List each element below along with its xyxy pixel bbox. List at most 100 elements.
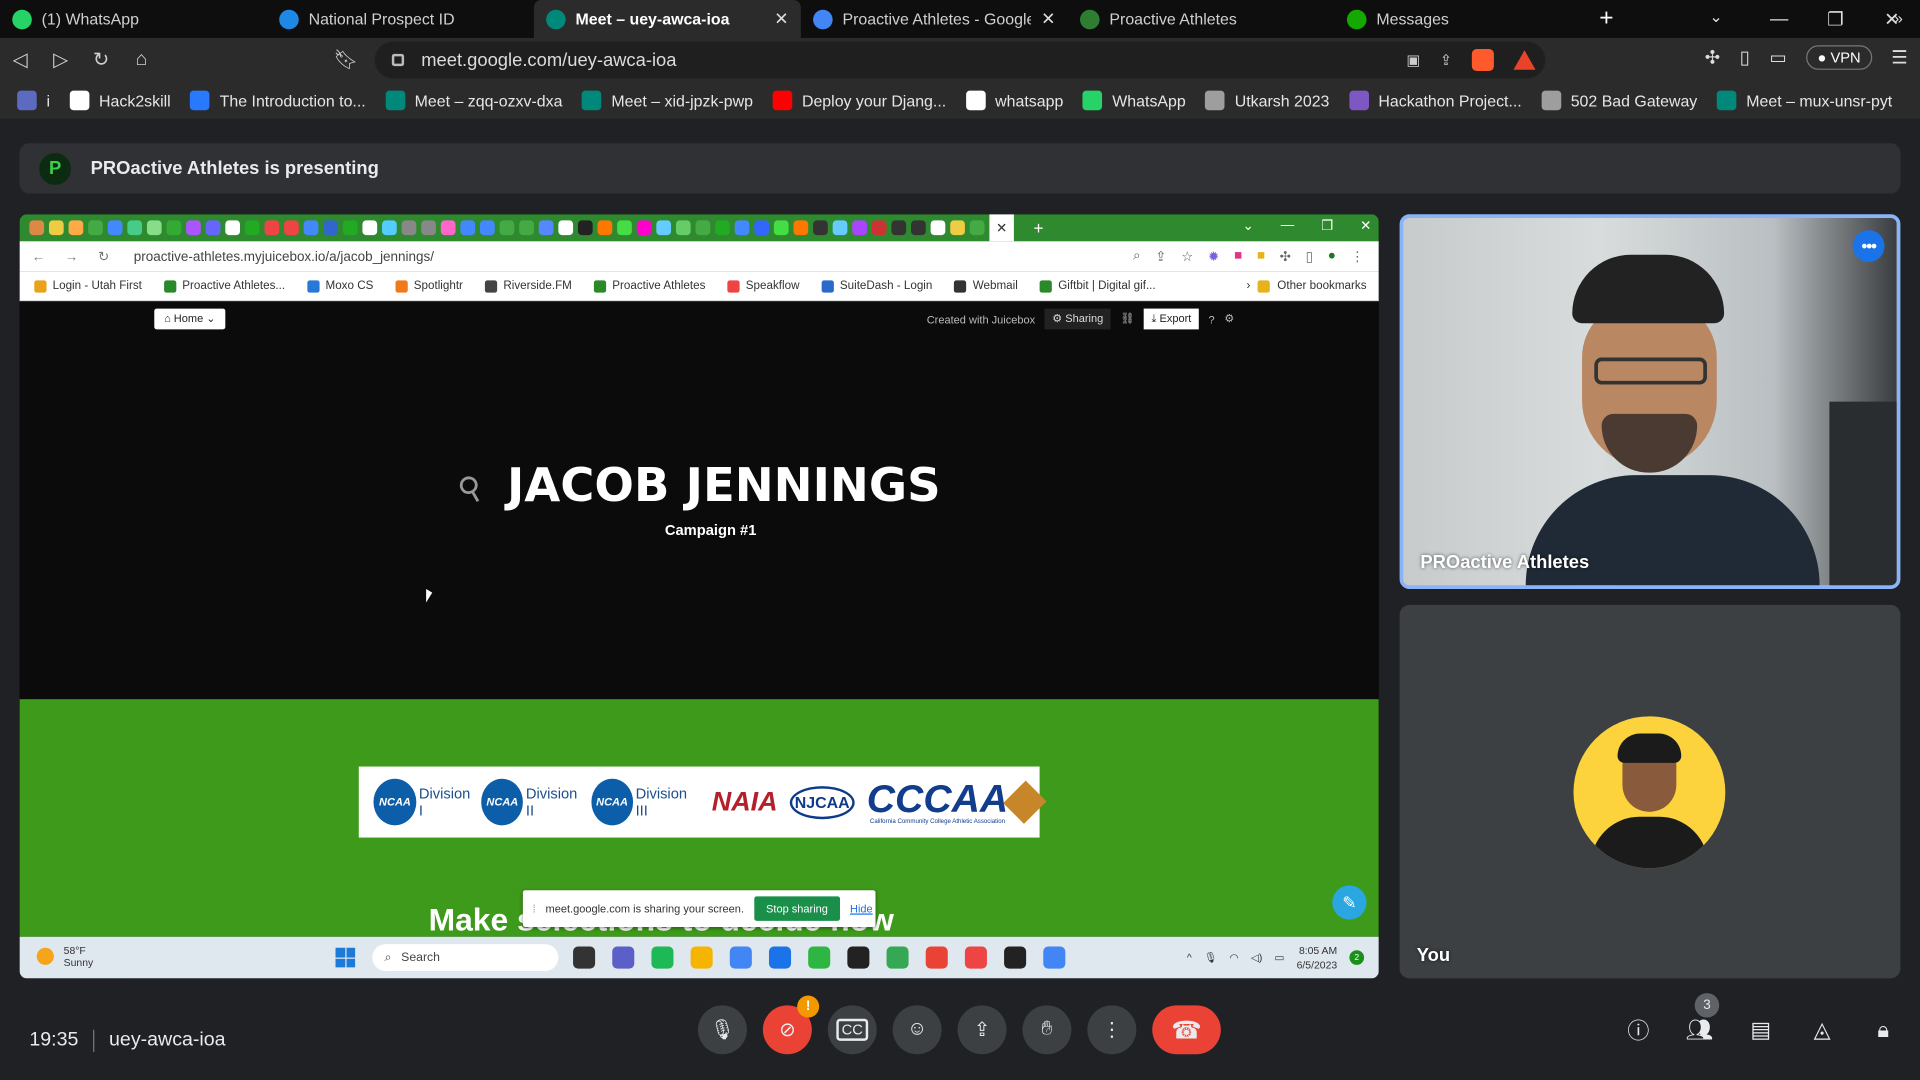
address-bar[interactable]: meet.google.com/uey-awca-ioa ▣ ⇪ — [374, 41, 1546, 79]
shared-bm-chevron-icon: › — [1246, 279, 1251, 293]
presenting-banner: P PROactive Athletes is presenting — [19, 143, 1901, 194]
browser-tab[interactable]: Messages — [1335, 0, 1602, 38]
browser-tab[interactable]: Proactive Athletes — [1068, 0, 1335, 38]
browser-tab[interactable]: Proactive Athletes - Google D ✕ — [801, 0, 1068, 38]
reactions-button[interactable]: ☺ — [892, 1005, 942, 1055]
bookmark-favicon-icon — [582, 90, 602, 111]
self-video-tile[interactable]: You — [1399, 604, 1901, 979]
cccaa-badge-icon — [1003, 780, 1047, 824]
bookmark-item[interactable]: Meet – mux-unsr-pyt — [1716, 90, 1892, 111]
leave-call-button[interactable]: ☎︎ — [1152, 1005, 1221, 1055]
shared-bookmark-label: Proactive Athletes — [612, 279, 706, 293]
bookmark-item[interactable]: Hackathon Project... — [1348, 90, 1522, 111]
close-tab-icon[interactable]: ✕ — [774, 9, 788, 30]
minimize-icon[interactable]: — — [1751, 9, 1807, 30]
brave-shields-icon[interactable] — [1471, 48, 1494, 72]
player-name-heading: ⚲ JACOB JENNINGS — [451, 457, 941, 512]
drag-handle-icon: ⁞ — [532, 902, 536, 915]
bookmark-item[interactable]: WhatsApp — [1082, 90, 1186, 111]
meeting-details-button[interactable]: ⓘ — [1624, 1015, 1653, 1044]
juicebox-toolbar: Created with Juicebox ⚙ Sharing ⛓ ⤓ Expo… — [927, 308, 1234, 330]
shared-other-bookmarks: › Other bookmarks — [1246, 279, 1366, 292]
close-tab-icon[interactable]: ✕ — [1041, 9, 1055, 30]
camera-off-button[interactable]: ⊘! — [762, 995, 820, 1055]
bookmark-item[interactable]: Meet – zqq-ozxv-dxa — [385, 90, 562, 111]
lock-icon — [391, 53, 405, 67]
bookmark-item[interactable]: whatsapp — [965, 90, 1064, 111]
present-button[interactable]: ⇪ — [957, 1005, 1007, 1055]
bookmark-item[interactable]: i — [17, 90, 50, 111]
host-controls-button[interactable]: 🔒︎ — [1869, 1015, 1898, 1044]
background-window — [1829, 401, 1897, 586]
tray-chevron-icon: ^ — [1186, 951, 1192, 964]
meeting-time: 19:35 — [29, 1029, 79, 1051]
shared-tab-favicon-icon — [48, 220, 64, 236]
menu-icon[interactable]: ☰ — [1891, 47, 1907, 69]
bookmark-label: whatsapp — [995, 91, 1064, 110]
shared-tab-favicon-icon — [675, 220, 691, 236]
bookmark-item[interactable]: The Introduction to... — [190, 90, 366, 111]
whatsapp-icon — [12, 9, 32, 29]
taskbar-app-icon — [1043, 946, 1066, 969]
search-label: Search — [401, 950, 440, 965]
sidebar-icon[interactable]: ▯ — [1740, 47, 1750, 69]
shared-tab-favicon-icon — [832, 220, 848, 236]
campaign-label: Campaign #1 — [664, 521, 757, 539]
bookmark-label: Meet – xid-jpzk-pwp — [611, 91, 753, 110]
browser-tab[interactable]: National Prospect ID — [267, 0, 534, 38]
shared-address-bar: ← → ↻ proactive-athletes.myjuicebox.io/a… — [19, 241, 1379, 272]
player-name: JACOB JENNINGS — [506, 457, 941, 512]
njcaa-logo: NJCAA — [789, 785, 855, 819]
bookmark-icon[interactable]: 🔖︎ — [326, 48, 366, 72]
other-bookmarks-label: Other bookmarks — [1277, 279, 1367, 293]
presenter-video-tile[interactable]: ••• PROactive Athletes — [1399, 214, 1901, 589]
camera-alert-icon: ! — [797, 995, 820, 1018]
bookmark-item[interactable]: Deploy your Djang... — [772, 90, 946, 111]
bookmark-item[interactable]: Hack2skill — [69, 90, 171, 111]
shared-bookmark-label: Webmail — [972, 279, 1018, 293]
lock-person-icon: 🔒︎ — [1877, 1016, 1890, 1042]
ncaa-disk: NCAA — [590, 778, 634, 826]
back-button[interactable]: ◁ — [0, 48, 40, 72]
shared-star-icon: ☆ — [1181, 249, 1194, 265]
captions-button[interactable]: CC — [827, 1005, 877, 1055]
chat-button[interactable]: ▤ — [1746, 1015, 1775, 1044]
restore-icon[interactable]: ❐ — [1807, 8, 1863, 30]
tab-search-chevron-icon[interactable]: ⌄ — [1709, 7, 1722, 27]
close-window-icon[interactable]: ✕ — [1864, 8, 1920, 30]
browser-tab-strip: (1) WhatsApp National Prospect ID Meet – u… — [0, 0, 1920, 38]
browser-tab[interactable]: (1) WhatsApp — [0, 0, 267, 38]
ncaa-div2-logo: NCAA Division II — [481, 778, 583, 826]
new-tab-button[interactable]: + — [1599, 5, 1613, 33]
microphone-button[interactable]: 🎙︎ — [697, 1005, 747, 1055]
more-options-button[interactable]: ⋮ — [1087, 1005, 1137, 1055]
bookmark-item[interactable]: 502 Bad Gateway — [1541, 90, 1697, 111]
brave-rewards-icon[interactable] — [1513, 50, 1536, 70]
forward-button[interactable]: ▷ — [40, 48, 80, 72]
reload-button[interactable]: ↻ — [81, 48, 121, 72]
vpn-button[interactable]: ● VPN — [1806, 45, 1872, 70]
shared-ext3-icon: ■ — [1256, 248, 1265, 264]
people-button[interactable]: 👥︎ 3 — [1685, 993, 1720, 1044]
more-bookmarks-chevron-icon[interactable]: » — [1894, 9, 1903, 27]
bookmark-favicon-icon — [17, 90, 37, 111]
wallet-icon[interactable]: ▭ — [1769, 47, 1786, 69]
bookmark-item[interactable]: Utkarsh 2023 — [1205, 90, 1329, 111]
extensions-icon[interactable]: ✣ — [1705, 47, 1720, 69]
self-name-label: You — [1416, 945, 1451, 967]
shared-windows-taskbar: 58°F Sunny ⌕ Search ^ 🎙︎ ◠ ◁) ▭ 8:05 AM 6/5… — [19, 936, 1379, 979]
bookmark-item[interactable]: Meet – xid-jpzk-pwp — [582, 90, 753, 111]
activities-button[interactable]: ◬ — [1807, 1015, 1836, 1044]
shared-tab-favicon-icon — [284, 220, 299, 236]
shared-tab-favicon-icon — [911, 220, 926, 236]
share-icon[interactable]: ⇪ — [1440, 51, 1452, 68]
home-button[interactable]: ⌂ — [121, 49, 161, 71]
bookmark-favicon-icon — [1541, 90, 1561, 111]
shared-tab-favicon-icon — [480, 220, 495, 236]
browser-tab[interactable]: Meet – uey-awca-ioa ✕ — [533, 0, 801, 38]
wrench-icon: ⚲ — [451, 466, 490, 510]
raise-hand-button[interactable]: ✋︎ — [1022, 1005, 1072, 1055]
meeting-code: uey-awca-ioa — [109, 1029, 226, 1051]
tile-more-options-icon[interactable]: ••• — [1852, 230, 1885, 263]
camera-blocked-icon[interactable]: ▣ — [1406, 51, 1420, 68]
